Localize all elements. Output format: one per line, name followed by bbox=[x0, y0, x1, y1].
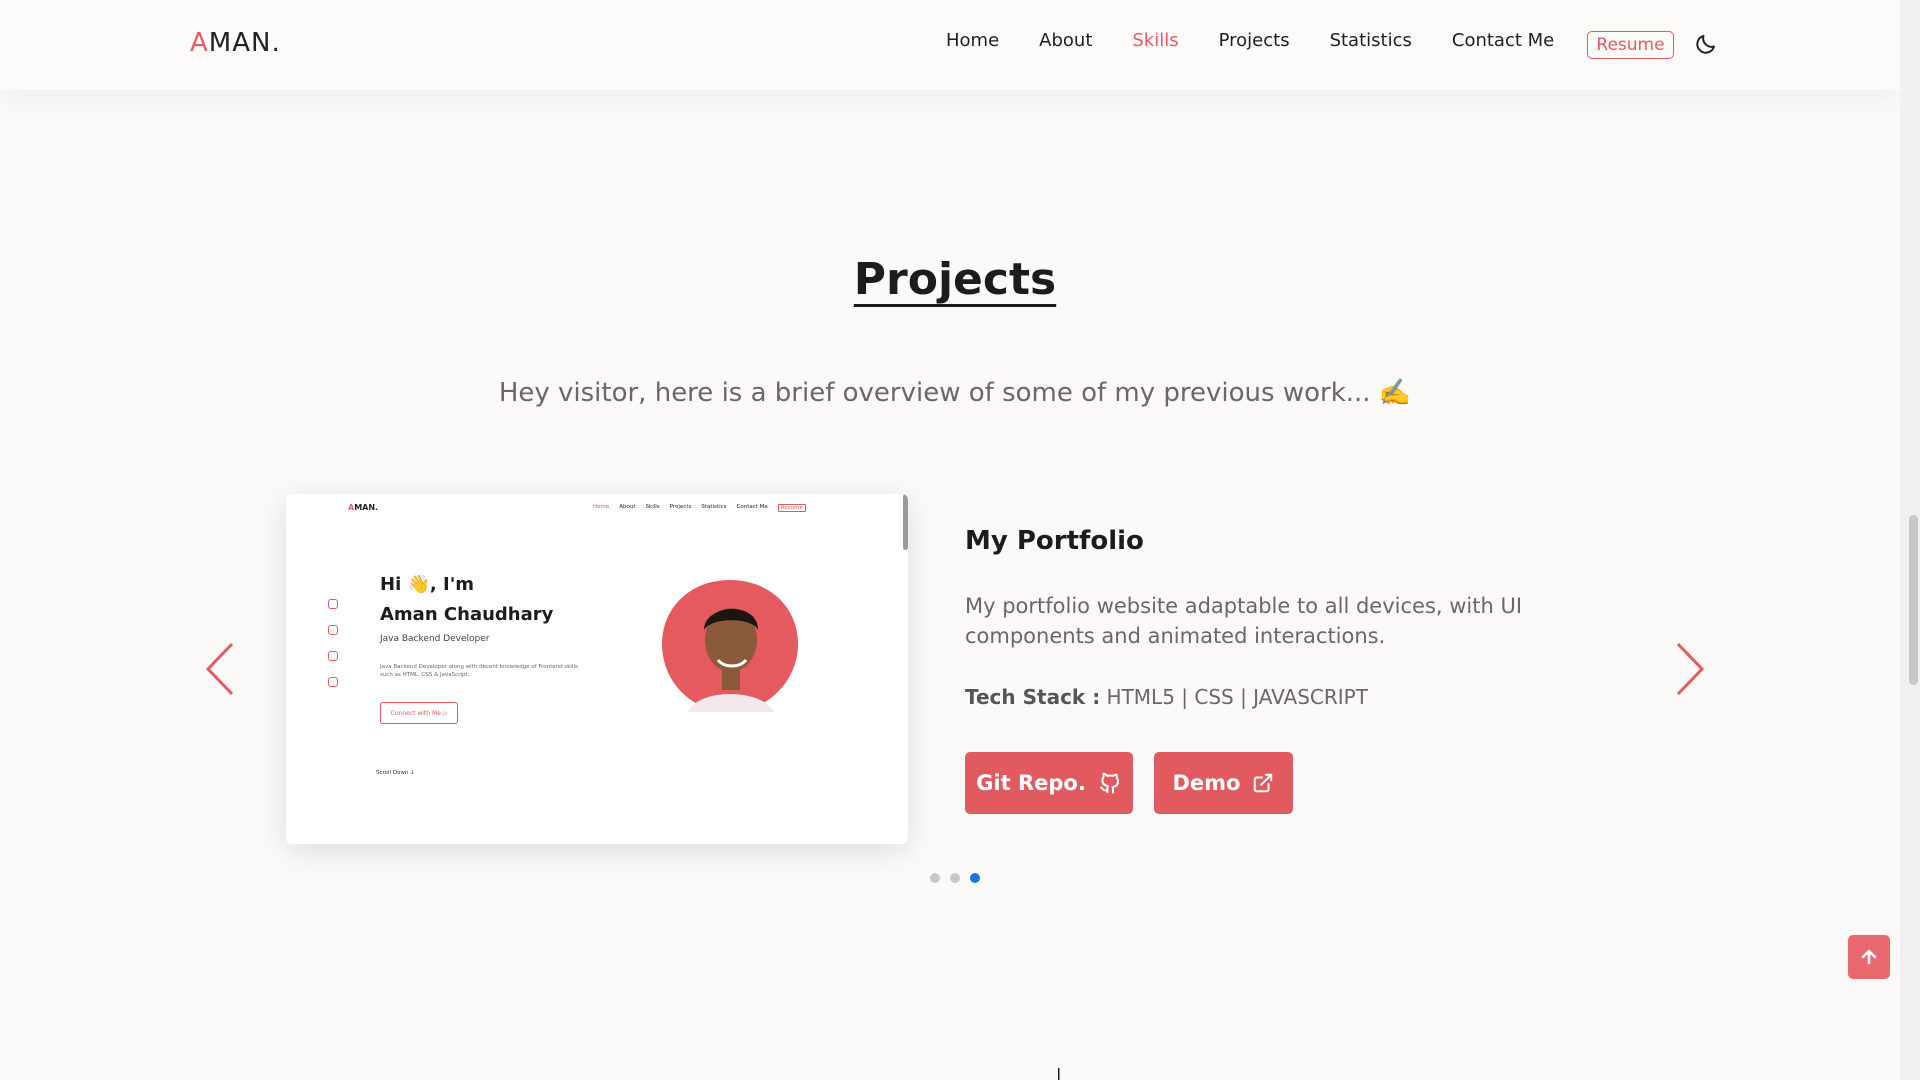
preview-nav-skills: Skills bbox=[645, 504, 660, 510]
preview-logo: AMAN. bbox=[348, 503, 379, 512]
demo-button[interactable]: Demo bbox=[1154, 752, 1293, 814]
nav-link-projects[interactable]: Projects bbox=[1219, 30, 1290, 51]
linkedin-icon bbox=[328, 599, 338, 609]
next-section-peek bbox=[1058, 1068, 1060, 1080]
tech-stack-label: Tech Stack : bbox=[965, 685, 1101, 709]
instagram-icon bbox=[328, 677, 338, 687]
preview-greeting: Hi 👋, I'm Aman Chaudhary bbox=[380, 574, 554, 625]
external-link-icon bbox=[1254, 773, 1273, 793]
scroll-to-top-button[interactable] bbox=[1848, 935, 1890, 979]
section-subtitle: Hey visitor, here is a brief overview of… bbox=[498, 378, 1412, 408]
preview-social-icons bbox=[328, 599, 340, 703]
carousel-dot[interactable] bbox=[930, 873, 940, 883]
preview-scrollbar bbox=[903, 494, 908, 550]
tech-stack: Tech Stack : HTML5 | CSS | JAVASCRIPT bbox=[965, 685, 1368, 709]
scrollbar-thumb[interactable] bbox=[1909, 515, 1918, 685]
project-description: My portfolio website adaptable to all de… bbox=[965, 594, 1523, 648]
git-repo-button[interactable]: Git Repo. bbox=[965, 752, 1133, 814]
carousel-dot[interactable] bbox=[950, 873, 960, 883]
preview-nav-about: About bbox=[619, 504, 636, 510]
avatar-image bbox=[662, 580, 798, 712]
arrow-up-icon bbox=[1861, 949, 1877, 965]
nav-link-statistics[interactable]: Statistics bbox=[1330, 30, 1412, 51]
twitter-icon bbox=[328, 651, 338, 661]
nav-link-about[interactable]: About bbox=[1039, 30, 1092, 51]
resume-button[interactable]: Resume bbox=[1587, 31, 1674, 59]
preview-nav-projects: Projects bbox=[669, 504, 692, 510]
nav-link-home[interactable]: Home bbox=[946, 30, 999, 51]
preview-nav-contact: Contact Me bbox=[736, 504, 768, 510]
github-icon bbox=[328, 625, 338, 635]
nav-link-contact[interactable]: Contact Me bbox=[1452, 30, 1554, 51]
preview-role: Java Backend Developer bbox=[380, 634, 490, 644]
github-icon bbox=[1099, 772, 1119, 794]
nav-links: Home About Skills Projects Statistics Co… bbox=[946, 30, 1594, 51]
prev-arrow-icon[interactable] bbox=[202, 640, 238, 698]
nav-link-skills[interactable]: Skills bbox=[1132, 30, 1178, 51]
navbar: AMAN. Home About Skills Projects Statist… bbox=[0, 0, 1900, 90]
preview-nav-home: Home bbox=[593, 504, 610, 510]
next-arrow-icon[interactable] bbox=[1672, 640, 1708, 698]
preview-description: Java Backend Developer along with decent… bbox=[380, 664, 578, 678]
logo[interactable]: AMAN. bbox=[190, 28, 281, 58]
preview-nav: Home About Skills Projects Statistics Co… bbox=[593, 504, 806, 512]
moon-icon[interactable] bbox=[1694, 32, 1718, 56]
preview-nav-statistics: Statistics bbox=[701, 504, 727, 510]
preview-resume: Resume bbox=[777, 504, 806, 512]
project-screenshot: AMAN. Home About Skills Projects Statist… bbox=[286, 494, 908, 844]
carousel-dot-active[interactable] bbox=[970, 873, 980, 883]
project-title: My Portfolio bbox=[965, 526, 1144, 556]
preview-connect-button: Connect with Me ▷ bbox=[380, 702, 458, 724]
carousel-dots bbox=[930, 873, 980, 883]
preview-scroll-down: Scroll Down ↓ bbox=[376, 770, 415, 776]
section-title: Projects bbox=[853, 254, 1057, 305]
tech-stack-value: HTML5 | CSS | JAVASCRIPT bbox=[1100, 685, 1368, 709]
